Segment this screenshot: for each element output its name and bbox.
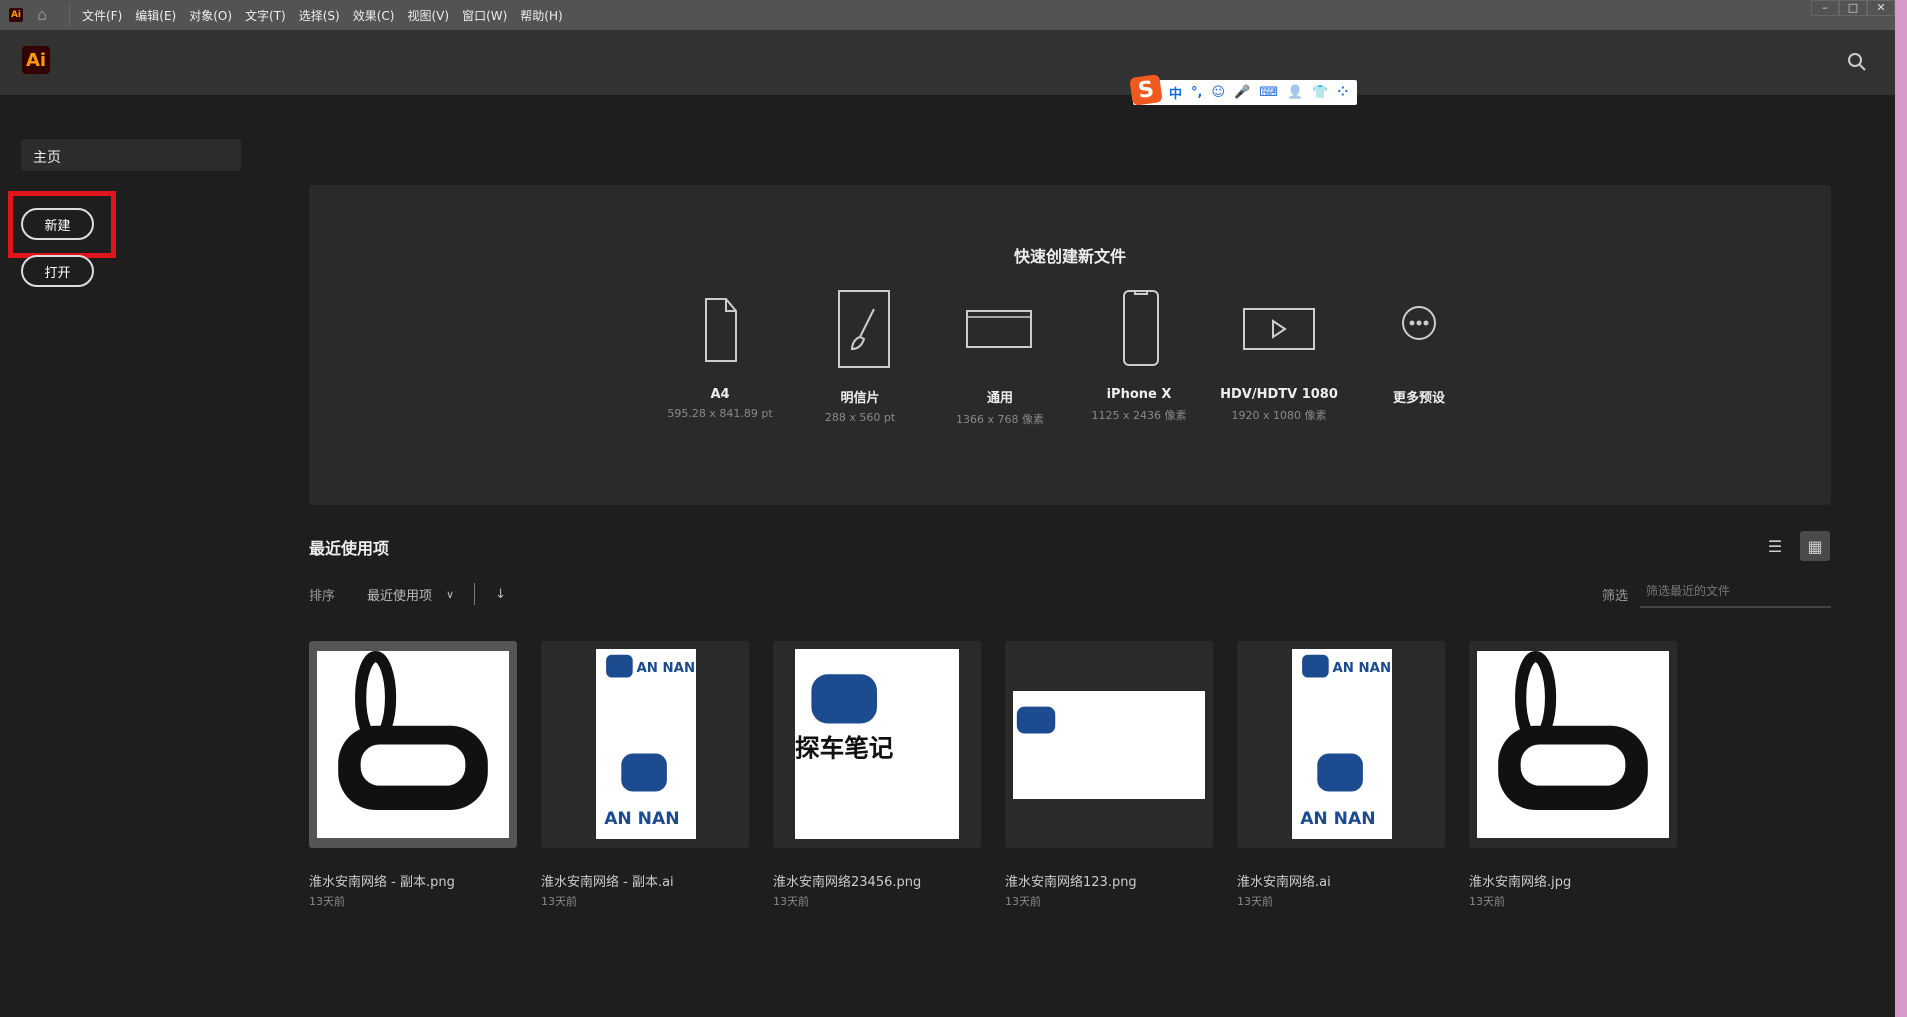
document-icon <box>705 298 737 362</box>
file-thumbnail: 探车笔记 <box>795 649 959 839</box>
divider <box>69 4 70 26</box>
preset-name: 通用 <box>986 391 1013 406</box>
file-date: 13天前 <box>1469 895 1505 908</box>
ime-voice-icon[interactable]: 🎤 <box>1234 85 1250 100</box>
preset-name: 更多预设 <box>1392 391 1445 406</box>
phone-icon <box>1123 290 1159 366</box>
svg-text:AN NAN: AN NAN <box>1333 661 1392 676</box>
more-icon <box>1402 306 1436 340</box>
recent-file-card[interactable]: AN NAN AN NAN <box>1237 641 1445 848</box>
menu-edit[interactable]: 编辑(E) <box>135 7 176 24</box>
sort-dropdown[interactable]: 最近使用项 <box>367 585 432 604</box>
browser-window-icon <box>966 310 1032 348</box>
file-thumbnail: AN NAN AN NAN <box>596 649 696 839</box>
preset-size: 288 x 560 pt <box>824 411 896 424</box>
preset-name: HDV/HDTV 1080 <box>1220 387 1338 402</box>
home-icon[interactable]: ⌂ <box>37 7 55 23</box>
sogou-logo-icon: S <box>1129 74 1163 106</box>
preset-name: A4 <box>710 387 730 402</box>
recent-file-card[interactable]: AN NAN AN NAN <box>541 641 749 848</box>
minimize-button[interactable]: – <box>1811 0 1839 16</box>
app-icon: Ai <box>9 8 23 22</box>
preset-name: iPhone X <box>1106 387 1172 402</box>
preset-postcard[interactable]: 明信片 288 x 560 pt <box>790 285 930 424</box>
app-header: Ai <box>0 30 1895 95</box>
file-thumbnail <box>317 651 509 838</box>
preset-general[interactable]: 通用 1366 x 768 像素 <box>930 285 1070 427</box>
ime-emoji-icon[interactable]: ☺ <box>1211 85 1225 100</box>
file-date: 13天前 <box>309 895 345 908</box>
chevron-down-icon[interactable]: ∨ <box>446 588 454 601</box>
ime-skin-icon[interactable]: 👕 <box>1312 85 1328 100</box>
brush-icon <box>838 290 890 368</box>
menu-effect[interactable]: 效果(C) <box>353 7 395 24</box>
close-button[interactable]: ✕ <box>1867 0 1895 16</box>
sort-direction-arrow-icon[interactable]: ↓ <box>495 587 506 602</box>
preset-a4[interactable]: A4 595.28 x 841.89 pt <box>650 285 790 420</box>
ime-chinese-toggle[interactable]: 中 <box>1169 83 1182 102</box>
file-date: 13天前 <box>541 895 577 908</box>
file-thumbnail <box>1013 691 1205 799</box>
preset-name: 明信片 <box>840 391 880 406</box>
recent-title: 最近使用项 <box>309 539 390 558</box>
file-name[interactable]: 淮水安南网络.ai <box>1237 871 1331 890</box>
file-date: 13天前 <box>773 895 809 908</box>
quick-create-title: 快速创建新文件 <box>1013 247 1126 266</box>
menu-object[interactable]: 对象(O) <box>189 7 232 24</box>
preset-hdtv[interactable]: HDV/HDTV 1080 1920 x 1080 像素 <box>1209 285 1349 423</box>
preset-iphone-x[interactable]: iPhone X 1125 x 2436 像素 <box>1069 285 1209 423</box>
preset-more[interactable]: 更多预设 <box>1349 285 1489 406</box>
ime-apps-icon[interactable]: ⁘ <box>1337 85 1348 100</box>
file-name[interactable]: 淮水安南网络 - 副本.ai <box>541 871 674 890</box>
recent-file-card[interactable]: 探车笔记 <box>773 641 981 848</box>
preset-size: 1125 x 2436 像素 <box>1091 409 1187 422</box>
open-button[interactable]: 打开 <box>21 255 94 287</box>
ime-punctuation[interactable]: °, <box>1191 85 1202 100</box>
illustrator-window: Ai ⌂ 文件(F) 编辑(E) 对象(O) 文字(T) 选择(S) 效果(C)… <box>0 0 1895 1017</box>
divider <box>474 583 476 605</box>
grid-view-icon[interactable]: ▦ <box>1800 531 1830 561</box>
menu-help[interactable]: 帮助(H) <box>520 7 562 24</box>
menu-type[interactable]: 文字(T) <box>245 7 286 24</box>
ime-user-icon[interactable]: 👤 <box>1287 85 1303 100</box>
recent-file-card[interactable] <box>1005 641 1213 848</box>
menu-select[interactable]: 选择(S) <box>299 7 340 24</box>
preset-size: 1366 x 768 像素 <box>956 413 1044 426</box>
filter-label: 筛选 <box>1602 589 1629 604</box>
recent-file-card[interactable] <box>1469 641 1677 848</box>
svg-text:AN NAN: AN NAN <box>637 661 696 676</box>
quick-create-panel: 快速创建新文件 A4 595.28 x 841.89 pt 明信片 288 x … <box>309 185 1831 505</box>
svg-text:AN NAN: AN NAN <box>604 809 679 829</box>
file-thumbnail <box>1477 651 1669 838</box>
menu-view[interactable]: 视图(V) <box>407 7 449 24</box>
file-date: 13天前 <box>1005 895 1041 908</box>
svg-text:AN NAN: AN NAN <box>1300 809 1375 829</box>
recent-file-card[interactable] <box>309 641 517 848</box>
sort-controls: 排序 最近使用项 ∨ ↓ <box>309 583 506 605</box>
sort-label: 排序 <box>309 588 336 604</box>
file-name[interactable]: 淮水安南网络123.png <box>1005 871 1137 890</box>
file-thumbnail: AN NAN AN NAN <box>1292 649 1392 839</box>
file-name[interactable]: 淮水安南网络23456.png <box>773 871 921 890</box>
preset-size: 1920 x 1080 像素 <box>1231 409 1327 422</box>
video-icon <box>1243 308 1315 350</box>
file-name[interactable]: 淮水安南网络.jpg <box>1469 871 1571 890</box>
svg-text:探车笔记: 探车笔记 <box>795 733 894 762</box>
filter-input[interactable] <box>1640 576 1831 608</box>
file-date: 13天前 <box>1237 895 1273 908</box>
sidebar-item-home[interactable]: 主页 <box>21 139 241 171</box>
maximize-button[interactable]: □ <box>1839 0 1867 16</box>
list-view-icon[interactable]: ☰ <box>1760 531 1790 561</box>
menu-window[interactable]: 窗口(W) <box>462 7 507 24</box>
new-button[interactable]: 新建 <box>21 208 94 240</box>
menu-bar: Ai ⌂ 文件(F) 编辑(E) 对象(O) 文字(T) 选择(S) 效果(C)… <box>0 0 1895 30</box>
ime-toolbar[interactable]: S 中 °, ☺ 🎤 ⌨ 👤 👕 ⁘ <box>1129 74 1357 106</box>
ime-keyboard-icon[interactable]: ⌨ <box>1259 85 1278 100</box>
ai-logo: Ai <box>22 46 50 74</box>
menu-file[interactable]: 文件(F) <box>82 7 122 24</box>
file-name[interactable]: 淮水安南网络 - 副本.png <box>309 871 455 890</box>
preset-size: 595.28 x 841.89 pt <box>667 407 773 420</box>
search-icon[interactable] <box>1847 52 1867 72</box>
